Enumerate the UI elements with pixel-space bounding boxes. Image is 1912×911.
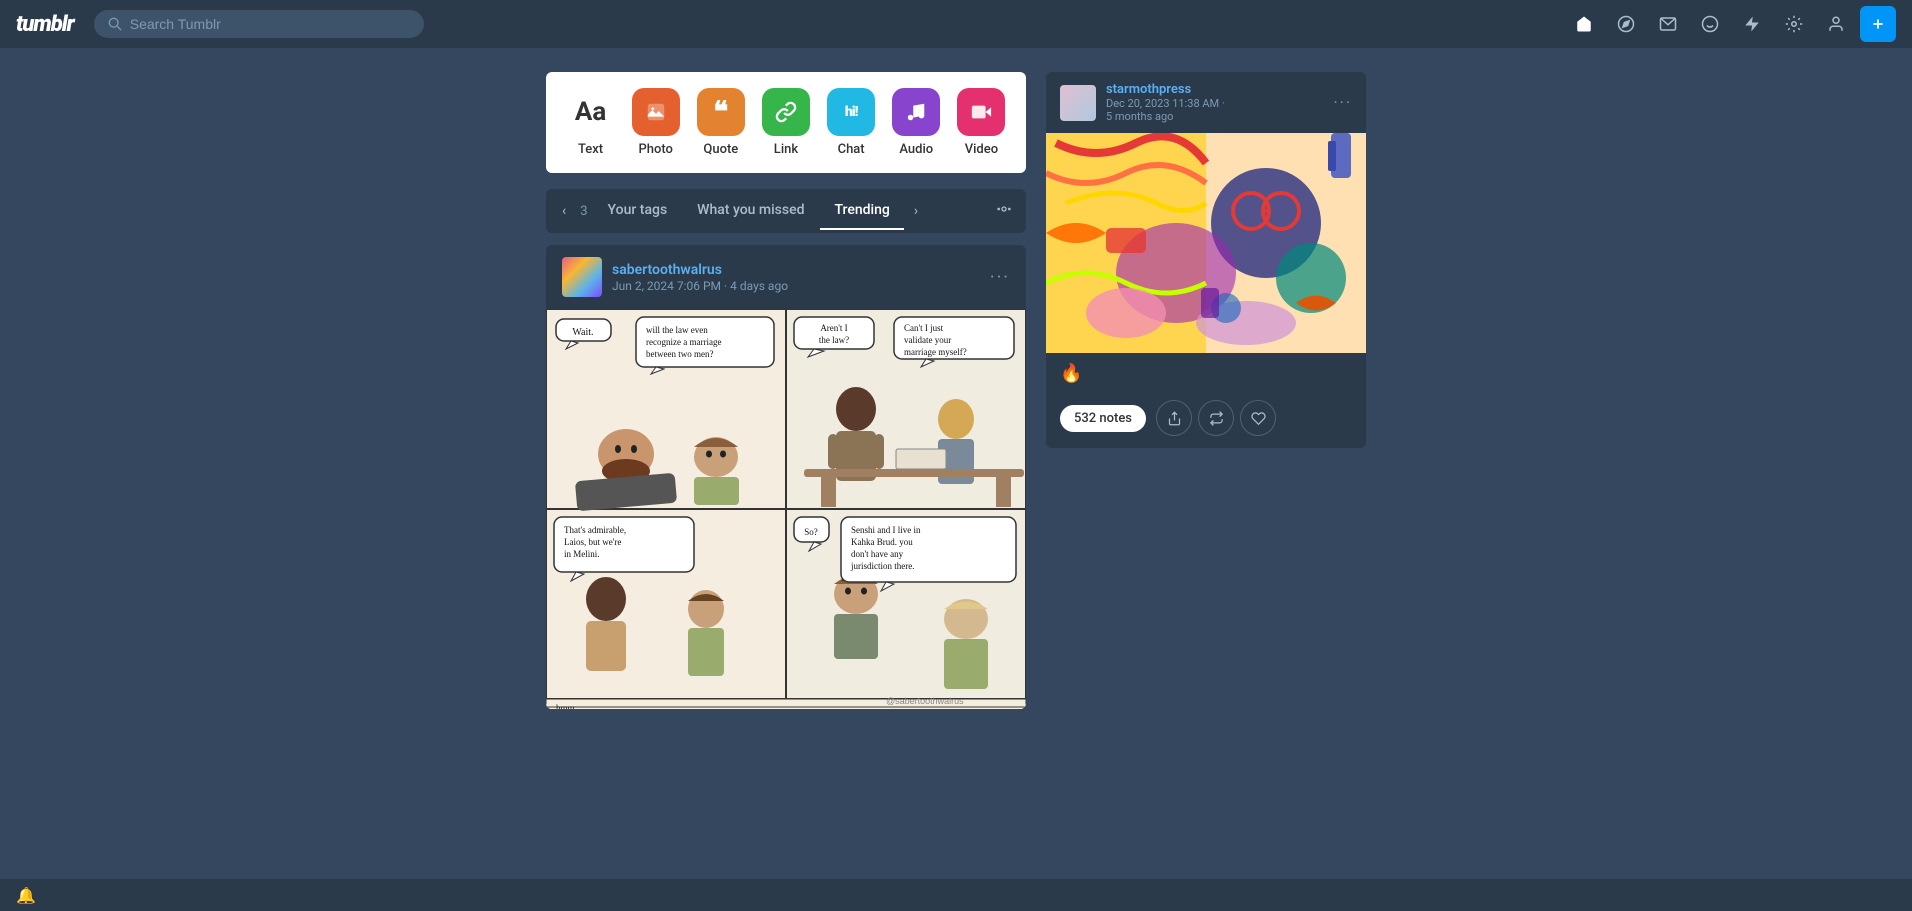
svg-text:jurisdiction there.: jurisdiction there.: [850, 561, 914, 571]
post-username[interactable]: sabertoothwalrus: [612, 262, 980, 278]
post-avatar[interactable]: [562, 257, 602, 297]
audio-icon: [892, 88, 940, 136]
share-button[interactable]: [1156, 400, 1192, 436]
tab-trending[interactable]: Trending: [820, 192, 903, 230]
top-navigation: tumblr: [0, 0, 1912, 48]
post-meta: sabertoothwalrus Jun 2, 2024 7:06 PM · 4…: [612, 262, 980, 293]
link-icon: [762, 88, 810, 136]
tab-prev-arrow[interactable]: ‹: [554, 197, 574, 225]
tab-next-arrow[interactable]: ›: [906, 197, 926, 225]
search-input[interactable]: [130, 16, 410, 32]
quote-icon: ❝: [697, 88, 745, 136]
post-type-quote-label: Quote: [703, 142, 738, 157]
svg-text:validate your: validate your: [904, 335, 951, 345]
svg-text:will the law even: will the law even: [646, 325, 708, 335]
sidebar-post-meta: starmothpress Dec 20, 2023 11:38 AM · 5 …: [1106, 82, 1225, 123]
post-type-text-label: Text: [578, 142, 603, 157]
search-bar[interactable]: [94, 10, 424, 38]
post-type-link-label: Link: [774, 142, 798, 157]
svg-text:Kahka Brud. you: Kahka Brud. you: [851, 537, 913, 547]
user-icon[interactable]: [1818, 6, 1854, 42]
video-icon: [957, 88, 1005, 136]
sidebar-post-card: starmothpress Dec 20, 2023 11:38 AM · 5 …: [1046, 72, 1366, 448]
sidebar-post-header: starmothpress Dec 20, 2023 11:38 AM · 5 …: [1046, 72, 1366, 133]
compass-icon[interactable]: [1608, 6, 1644, 42]
site-logo[interactable]: tumblr: [16, 12, 74, 37]
text-icon: Aa: [567, 88, 615, 136]
post-type-video-label: Video: [965, 142, 998, 157]
avatar-image: [562, 257, 602, 297]
sidebar-avatar[interactable]: [1060, 85, 1096, 121]
svg-text:Senshi and I live in: Senshi and I live in: [851, 525, 921, 535]
post-type-photo[interactable]: Photo: [632, 88, 680, 157]
post-type-chat[interactable]: hi! Chat: [827, 88, 875, 157]
photo-icon: [632, 88, 680, 136]
bottom-notification-icon[interactable]: 🔔: [16, 886, 36, 905]
svg-text:That's admirable,: That's admirable,: [564, 525, 626, 535]
like-button[interactable]: [1240, 400, 1276, 436]
main-layout: Aa Text Photo ❝ Quote Link hi!: [306, 48, 1606, 733]
post-type-link[interactable]: Link: [762, 88, 810, 157]
svg-text:Can't I just: Can't I just: [904, 323, 944, 333]
tab-settings-icon[interactable]: [990, 195, 1018, 227]
home-icon[interactable]: [1566, 6, 1602, 42]
sidebar-avatar-image: [1060, 85, 1096, 121]
svg-text:Wait.: Wait.: [572, 327, 593, 338]
svg-text:So?: So?: [804, 527, 818, 537]
post-type-chat-label: Chat: [838, 142, 865, 157]
tab-what-you-missed[interactable]: What you missed: [683, 192, 818, 230]
post-creator: Aa Text Photo ❝ Quote Link hi!: [546, 72, 1026, 173]
feed-tabs: ‹ 3 Your tags What you missed Trending ›: [546, 189, 1026, 233]
svg-text:don't have any: don't have any: [851, 549, 904, 559]
post-header: sabertoothwalrus Jun 2, 2024 7:06 PM · 4…: [546, 245, 1026, 309]
main-post-card: sabertoothwalrus Jun 2, 2024 7:06 PM · 4…: [546, 245, 1026, 709]
mail-icon[interactable]: [1650, 6, 1686, 42]
sidebar-post-footer: 🔥: [1046, 353, 1366, 394]
trending-fire-icon: 🔥: [1060, 363, 1082, 384]
center-column: Aa Text Photo ❝ Quote Link hi!: [546, 72, 1026, 709]
post-time: Jun 2, 2024 7:06 PM · 4 days ago: [612, 279, 980, 293]
post-type-audio[interactable]: Audio: [892, 88, 940, 157]
sidebar-post-time: Dec 20, 2023 11:38 AM ·: [1106, 97, 1225, 110]
post-type-video[interactable]: Video: [957, 88, 1005, 157]
svg-text:between two men?: between two men?: [646, 349, 713, 359]
notes-count[interactable]: 532 notes: [1060, 405, 1146, 432]
chat-icon: hi!: [827, 88, 875, 136]
sidebar-relative-time: 5 months ago: [1106, 110, 1225, 123]
post-type-text[interactable]: Aa Text: [567, 88, 615, 157]
tab-number: 3: [576, 204, 591, 219]
sidebar-post-image: [1046, 133, 1366, 353]
svg-text:the law?: the law?: [819, 335, 849, 345]
right-sidebar: starmothpress Dec 20, 2023 11:38 AM · 5 …: [1046, 72, 1366, 709]
sidebar-username[interactable]: starmothpress: [1106, 82, 1225, 97]
bottom-bar: 🔔: [0, 879, 1912, 911]
post-type-quote[interactable]: ❝ Quote: [697, 88, 745, 157]
sidebar-post-actions: 532 notes: [1046, 394, 1366, 448]
sidebar-post-menu-button[interactable]: ···: [1333, 93, 1352, 112]
post-type-photo-label: Photo: [638, 142, 672, 157]
smile-icon[interactable]: [1692, 6, 1728, 42]
tab-your-tags[interactable]: Your tags: [594, 192, 682, 230]
svg-text:recognize a marriage: recognize a marriage: [646, 337, 721, 347]
svg-text:@sabertoothwalrus: @sabertoothwalrus: [886, 696, 964, 706]
reblog-button[interactable]: [1198, 400, 1234, 436]
search-icon: [108, 17, 122, 31]
comic-image: Wait. will the law even recognize a marr…: [546, 309, 1026, 709]
svg-text:Laios, but we're: Laios, but we're: [564, 537, 621, 547]
gear-icon[interactable]: [1776, 6, 1812, 42]
bolt-icon[interactable]: [1734, 6, 1770, 42]
compose-icon[interactable]: [1860, 6, 1896, 42]
svg-text:marriage myself?: marriage myself?: [904, 347, 967, 357]
post-type-audio-label: Audio: [899, 142, 933, 157]
svg-text:in Melini.: in Melini.: [564, 549, 600, 559]
nav-icons: [1566, 6, 1896, 42]
svg-text:Aren't I: Aren't I: [820, 323, 847, 333]
post-menu-button[interactable]: ···: [990, 267, 1010, 288]
svg-text:hmm ...: hmm ...: [556, 703, 584, 709]
